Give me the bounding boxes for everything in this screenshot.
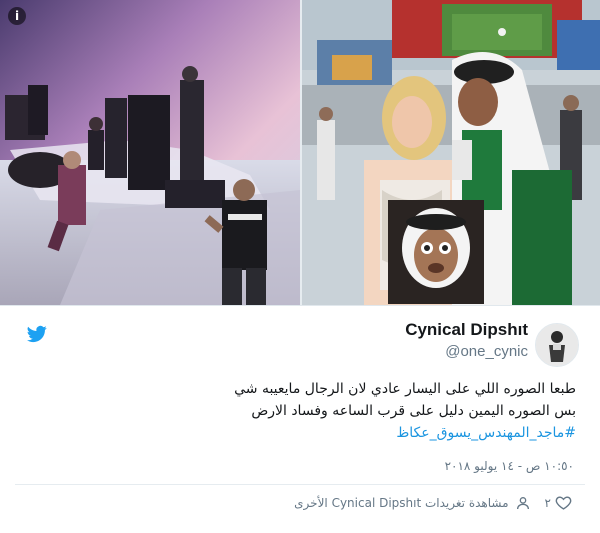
tweet-timestamp[interactable]: ١٠:٥٠ ص - ١٤ يوليو ٢٠١٨	[445, 459, 574, 473]
other-tweets-link[interactable]: مشاهدة تغريدات Cynical Dipshıt الأخرى	[294, 496, 508, 510]
hashtag-link[interactable]: #ماجد_المهندس_يسوق_عكاظ	[96, 422, 576, 444]
avatar-image	[536, 324, 578, 366]
like-count: ٢	[544, 495, 551, 510]
info-icon[interactable]: i	[8, 7, 26, 25]
media-left-concert-photo[interactable]: i	[0, 0, 300, 305]
tweet-author[interactable]: Cynical Dipshıt @one_cynic	[405, 320, 528, 360]
tweet-text-line-1: طبعا الصوره اللي على اليسار عادي لان الر…	[234, 381, 576, 397]
people-icon	[516, 496, 529, 509]
tweet-card: Cynical Dipshıt @one_cynic طبعا الصوره ا…	[0, 305, 600, 533]
concert-stage-image	[0, 0, 300, 305]
media-right-fanzone-photo[interactable]	[302, 0, 600, 305]
avatar[interactable]	[535, 323, 579, 367]
author-handle[interactable]: @one_cynic	[405, 343, 528, 360]
author-display-name[interactable]: Cynical Dipshıt	[405, 320, 528, 340]
tweet-text: طبعا الصوره اللي على اليسار عادي لان الر…	[96, 378, 576, 444]
twitter-bird-icon[interactable]	[27, 324, 47, 344]
tweet-actions: ٢ مشاهدة تغريدات Cynical Dipshıt الأخرى	[294, 494, 572, 511]
tweet-text-line-2: بس الصوره اليمين دليل على قرب الساعه وفس…	[251, 403, 576, 419]
heart-icon[interactable]	[555, 494, 572, 511]
tweet-media[interactable]: i	[0, 0, 600, 305]
divider	[15, 484, 585, 485]
fanzone-image	[302, 0, 600, 305]
